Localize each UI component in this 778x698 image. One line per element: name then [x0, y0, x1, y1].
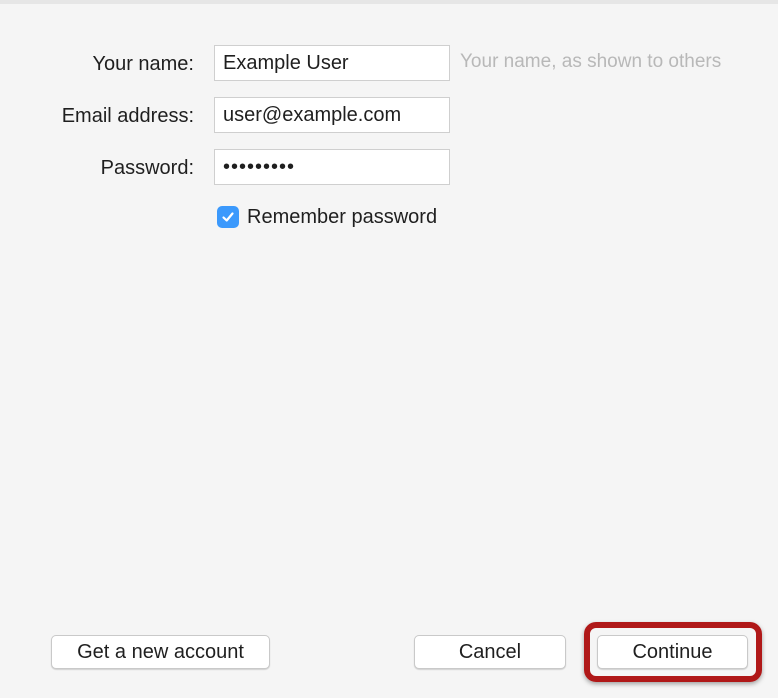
- password-input[interactable]: [214, 149, 450, 185]
- checkmark-icon: [222, 212, 234, 222]
- cancel-button[interactable]: Cancel: [414, 635, 566, 669]
- email-label: Email address:: [61, 105, 194, 127]
- remember-password-checkbox[interactable]: [217, 206, 239, 228]
- continue-button[interactable]: Continue: [597, 635, 748, 669]
- remember-password-label: Remember password: [247, 206, 438, 228]
- name-label: Your name:: [92, 53, 194, 75]
- name-row: Your name: Your name, as shown to others: [0, 45, 778, 81]
- email-input[interactable]: [214, 97, 450, 133]
- account-setup-dialog: Your name: Your name, as shown to others…: [0, 0, 778, 698]
- name-hint: Your name, as shown to others: [460, 51, 722, 72]
- remember-password-option[interactable]: Remember password: [217, 204, 437, 230]
- password-label: Password:: [100, 157, 194, 179]
- password-row: Password:: [0, 149, 778, 185]
- name-input[interactable]: [214, 45, 450, 81]
- email-row: Email address:: [0, 97, 778, 133]
- get-new-account-button[interactable]: Get a new account: [51, 635, 270, 669]
